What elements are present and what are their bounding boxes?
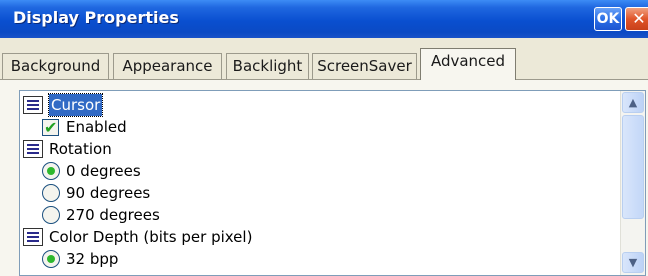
tab-background[interactable]: Background [2, 53, 109, 80]
scroll-thumb[interactable] [622, 115, 644, 219]
rotation-0-radio[interactable] [42, 162, 60, 180]
scroll-up-button[interactable]: ▲ [622, 92, 644, 113]
title-bar: Display Properties OK ✕ [0, 0, 648, 38]
cursor-label: Cursor [47, 93, 104, 117]
tab-divider [0, 79, 648, 80]
scroll-down-button[interactable]: ▼ [622, 252, 644, 273]
rotation-90-label: 90 degrees [66, 184, 151, 202]
chevron-down-icon: ▼ [628, 256, 638, 269]
settings-list[interactable]: Cursor ✔ Enabled Rotation 0 degrees 90 d… [19, 90, 646, 276]
enabled-label: Enabled [66, 118, 127, 136]
vertical-scrollbar[interactable]: ▲ ▼ [620, 91, 645, 275]
tab-screensaver[interactable]: ScreenSaver [312, 53, 417, 80]
window-title: Display Properties [13, 8, 179, 27]
close-button[interactable]: ✕ [625, 7, 648, 31]
group-icon [23, 96, 43, 114]
tab-appearance[interactable]: Appearance [113, 53, 222, 80]
tab-advanced[interactable]: Advanced [420, 48, 516, 80]
group-icon [23, 228, 43, 246]
color-depth-32-radio[interactable] [42, 250, 60, 268]
chevron-up-icon: ▲ [628, 96, 638, 109]
ok-button[interactable]: OK [594, 7, 622, 31]
advanced-panel: Cursor ✔ Enabled Rotation 0 degrees 90 d… [0, 80, 648, 276]
color-depth-32-label: 32 bpp [66, 250, 119, 268]
rotation-90-radio[interactable] [42, 184, 60, 202]
rotation-270-radio[interactable] [42, 206, 60, 224]
enabled-checkbox[interactable]: ✔ [42, 118, 59, 137]
rotation-0-label: 0 degrees [66, 162, 141, 180]
rotation-270-label: 270 degrees [66, 206, 160, 224]
color-depth-label: Color Depth (bits per pixel) [49, 228, 253, 246]
group-icon [23, 140, 43, 158]
rotation-label: Rotation [49, 140, 112, 158]
checkmark-icon: ✔ [44, 118, 58, 137]
tab-backlight[interactable]: Backlight [226, 53, 309, 80]
